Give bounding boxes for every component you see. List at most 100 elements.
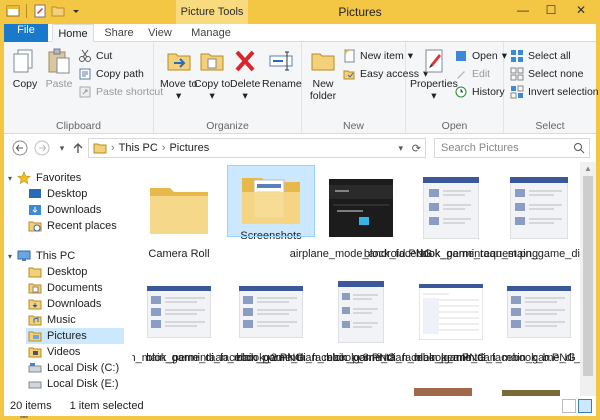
facebook-screenshot-thumbnail (338, 281, 384, 343)
back-arrow-icon (12, 140, 28, 156)
up-button[interactable] (70, 140, 86, 156)
picture-tools-tab: Picture Tools (176, 0, 248, 24)
details-view-button[interactable] (562, 399, 576, 413)
folder-icon (242, 178, 300, 224)
properties-icon[interactable] (33, 4, 47, 18)
item-count: 20 items (10, 400, 52, 412)
search-input[interactable]: Search Pictures (434, 138, 590, 158)
videos-folder-icon (28, 347, 42, 358)
list-item[interactable]: block_facebook_game_request.png (364, 168, 538, 260)
music-folder-icon (28, 315, 42, 326)
sidebar-item-pc-desktop[interactable]: Desktop (28, 264, 87, 280)
refresh-icon[interactable]: ⟳ (412, 142, 421, 155)
sidebar-item-favorites[interactable]: ▾ Favorites (8, 170, 81, 186)
paste-shortcut-button[interactable]: Paste shortcut (78, 84, 163, 100)
back-button[interactable] (12, 140, 28, 156)
window-title: Pictures (338, 5, 382, 19)
pictures-folder-icon (93, 143, 107, 154)
large-icons-view-button[interactable] (578, 399, 592, 413)
folder-icon (150, 188, 208, 234)
pictures-folder-icon (28, 331, 42, 342)
new-folder-icon[interactable] (51, 4, 65, 18)
list-item[interactable]: blok_permintaan_main_game_di_facebook.PN… (420, 168, 580, 260)
select-none-icon (510, 67, 524, 81)
facebook-screenshot-thumbnail (510, 177, 568, 239)
list-item[interactable]: Screenshots (227, 165, 315, 242)
desktop-folder-icon (28, 267, 42, 278)
sidebar-item-this-pc[interactable]: ▾ This PC (8, 248, 75, 264)
properties-button[interactable]: Properties ▾ (410, 46, 458, 102)
address-bar[interactable]: › This PC › Pictures ▾ ⟳ (88, 138, 426, 158)
delete-icon (235, 50, 255, 72)
history-button[interactable]: History (454, 84, 505, 100)
vertical-scrollbar[interactable]: ▲ ▼ (580, 162, 596, 416)
forward-arrow-icon (34, 140, 50, 156)
sidebar-item-desktop[interactable]: Desktop (28, 186, 87, 202)
downloads-icon (29, 205, 41, 215)
list-item[interactable]: blok_permintaan_main_game_di_facebook_a.… (236, 272, 486, 364)
open-group: Properties ▾ Open ▾ Edit History Open (406, 42, 507, 134)
list-item[interactable]: blok_permintaan_main_game_di_facebook_b.… (326, 272, 576, 364)
paste-button[interactable]: Paste (44, 46, 74, 90)
chevron-down-icon: ▾ (8, 173, 13, 183)
sidebar-item-pc-downloads[interactable]: Downloads (28, 296, 101, 312)
close-button[interactable]: ✕ (566, 0, 596, 20)
sidebar-item-videos[interactable]: Videos (28, 344, 80, 360)
new-item-icon (344, 49, 355, 63)
select-all-button[interactable]: Select all (510, 48, 571, 64)
navigation-pane: ▾ Favorites Desktop Downloads Recent pla… (4, 162, 126, 418)
explorer-icon[interactable] (6, 4, 20, 18)
copy-to-button[interactable]: Copy to ▾ (194, 46, 230, 102)
tab-home[interactable]: Home (52, 24, 94, 42)
tab-share[interactable]: Share (98, 24, 140, 42)
copy-button[interactable]: Copy (10, 46, 40, 90)
tab-manage[interactable]: Manage (182, 24, 240, 42)
open-button[interactable]: Open ▾ (454, 48, 507, 64)
sidebar-item-local-disk-e[interactable]: Local Disk (E:) (28, 376, 119, 392)
scroll-up-button[interactable]: ▲ (580, 162, 596, 176)
edit-button[interactable]: Edit (454, 66, 490, 82)
new-folder-button[interactable]: New folder (306, 46, 340, 102)
scrollbar-thumb[interactable] (583, 176, 593, 376)
window-body: File Home Share View Manage Copy Paste C… (4, 24, 599, 418)
forward-button[interactable] (34, 140, 50, 156)
list-item[interactable]: blok_permintaan_main_game_di_facebook_c.… (415, 272, 580, 364)
copy-path-button[interactable]: Copy path (78, 66, 144, 82)
list-item[interactable]: blok_permintaan_main_game_di_facebook_2.… (132, 272, 304, 364)
sidebar-item-downloads[interactable]: Downloads (28, 202, 101, 218)
clipboard-group: Copy Paste Cut Copy path Paste shortcut (4, 42, 163, 134)
documents-icon (28, 283, 42, 294)
move-to-button[interactable]: Move to ▾ (160, 46, 197, 102)
delete-button[interactable]: Delete ▾ (230, 46, 260, 102)
list-item[interactable]: airplane_mode_android.PNG (290, 168, 432, 260)
tab-file[interactable]: File (4, 24, 48, 42)
select-none-button[interactable]: Select none (510, 66, 583, 82)
tab-view[interactable]: View (142, 24, 178, 42)
new-item-button[interactable]: New item ▾ (342, 48, 413, 64)
rename-button[interactable]: Rename (262, 46, 302, 90)
recent-locations-button[interactable]: ▾ (54, 140, 70, 156)
copy-to-icon (200, 53, 224, 71)
copy-path-icon (79, 68, 91, 80)
breadcrumb-pictures[interactable]: Pictures (169, 142, 209, 154)
downloads-folder-icon (28, 299, 42, 310)
chevron-down-icon[interactable] (69, 4, 83, 18)
copy-icon (13, 49, 33, 73)
ribbon-tabs: File Home Share View Manage (4, 24, 596, 42)
open-icon (456, 51, 466, 61)
invert-selection-button[interactable]: Invert selection (510, 84, 599, 100)
sidebar-item-local-disk-c[interactable]: Local Disk (C:) (28, 360, 119, 376)
minimize-button[interactable]: — (510, 0, 536, 20)
sidebar-item-recent-places[interactable]: Recent places (28, 218, 117, 234)
sidebar-item-documents[interactable]: Documents (28, 280, 103, 296)
list-item[interactable]: Camera Roll (136, 168, 222, 260)
address-dropdown-button[interactable]: ▾ (398, 143, 403, 154)
breadcrumb-this-pc[interactable]: This PC (119, 142, 158, 154)
sidebar-item-pictures[interactable]: Pictures (26, 328, 124, 344)
cut-button[interactable]: Cut (78, 48, 112, 64)
chevron-down-icon: ▾ (8, 251, 13, 261)
maximize-button[interactable]: ☐ (538, 0, 564, 20)
quick-access-toolbar (6, 4, 83, 18)
list-item[interactable]: blok_permintaan_main_game_di_facebook_3.… (146, 272, 396, 364)
sidebar-item-music[interactable]: Music (28, 312, 76, 328)
